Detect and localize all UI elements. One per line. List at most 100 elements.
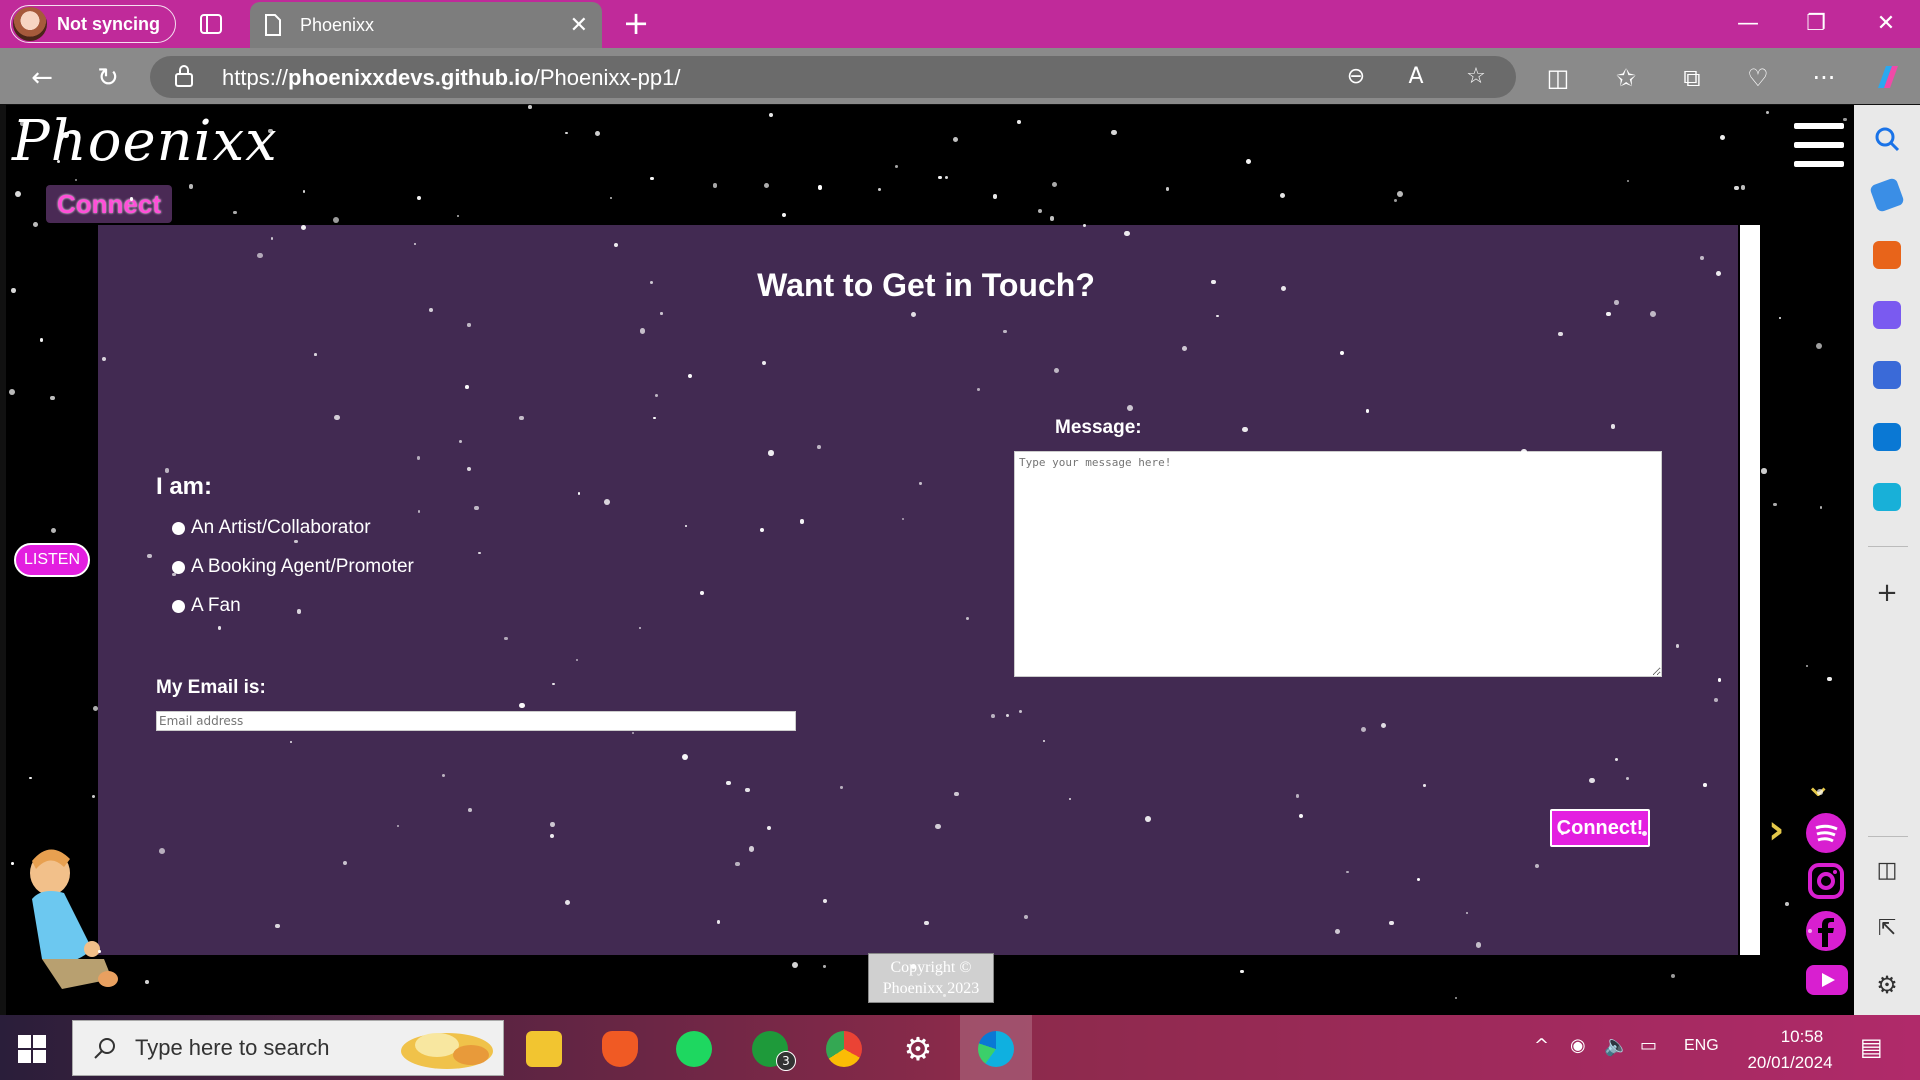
star: [50, 396, 55, 401]
instagram-icon[interactable]: [1806, 861, 1846, 901]
copilot-icon[interactable]: [1870, 60, 1906, 96]
address-bar[interactable]: https://phoenixxdevs.github.io/Phoenixx-…: [150, 56, 1516, 98]
read-aloud-icon[interactable]: A: [1400, 62, 1432, 92]
restore-button[interactable]: ❐: [1796, 8, 1836, 40]
star: [952, 136, 959, 143]
search-icon[interactable]: [1873, 125, 1901, 153]
windows-start-icon[interactable]: [18, 1035, 46, 1063]
clock-date[interactable]: 20/01/2024: [1738, 1053, 1842, 1073]
close-tab-icon[interactable]: ✕: [570, 13, 588, 38]
hide-sidebar-icon[interactable]: ◫: [1873, 857, 1901, 885]
star: [9, 389, 16, 395]
message-field[interactable]: [1014, 451, 1662, 677]
new-tab-button[interactable]: +: [618, 6, 654, 42]
url-text[interactable]: https://phoenixxdevs.github.io/Phoenixx-…: [222, 65, 681, 91]
edge-taskbar-item[interactable]: [960, 1015, 1032, 1080]
star: [1239, 969, 1244, 974]
panel-scrollbar[interactable]: [1740, 225, 1760, 955]
profile-button[interactable]: Not syncing: [10, 5, 176, 43]
taskbar-search[interactable]: Type here to search: [72, 1020, 504, 1076]
radio-icon[interactable]: [172, 599, 185, 613]
option-fan[interactable]: A Fan: [172, 595, 241, 617]
clock-time[interactable]: 10:58: [1762, 1027, 1842, 1047]
shopping-tag-icon[interactable]: [1869, 177, 1905, 213]
search-icon: [94, 1038, 115, 1059]
volume-icon[interactable]: 🔈: [1604, 1033, 1629, 1057]
star: [764, 182, 770, 188]
contact-panel: Want to Get in Touch? I am: An Artist/Co…: [98, 225, 1738, 955]
browser-titlebar: Not syncing Phoenixx ✕ + — ❐ ✕: [0, 0, 1920, 48]
option-artist[interactable]: An Artist/Collaborator: [172, 517, 371, 539]
star: [1843, 117, 1847, 121]
more-menu-icon[interactable]: ···: [1806, 60, 1842, 96]
settings-icon[interactable]: ⚙: [900, 1031, 936, 1067]
zoom-out-icon[interactable]: ⊖: [1340, 62, 1372, 92]
character-illustration: [12, 839, 122, 999]
star: [768, 112, 773, 117]
star: [1827, 676, 1832, 681]
star: [937, 175, 942, 180]
tab-actions-icon[interactable]: [196, 10, 226, 38]
radio-icon[interactable]: [172, 560, 185, 574]
chevron-up-icon[interactable]: ^: [1534, 1035, 1549, 1056]
spotify-icon[interactable]: [1806, 813, 1846, 853]
refresh-button[interactable]: ↻: [88, 60, 128, 96]
tools-icon[interactable]: [1873, 241, 1901, 269]
chrome-icon[interactable]: [826, 1031, 862, 1067]
star: [91, 795, 95, 799]
drop-icon[interactable]: [1873, 483, 1901, 511]
star: [1394, 199, 1398, 203]
radio-icon[interactable]: [172, 521, 185, 535]
chevron-down-icon[interactable]: ⌄: [1804, 765, 1833, 805]
star: [457, 214, 460, 217]
site-logo[interactable]: Phoenixx: [12, 109, 278, 174]
favorites-icon[interactable]: ✩: [1608, 60, 1644, 96]
browser-essentials-icon[interactable]: ♡: [1740, 60, 1776, 96]
star: [188, 184, 194, 189]
star: [650, 176, 654, 181]
avatar: [13, 7, 47, 41]
back-button[interactable]: ←: [22, 60, 62, 96]
copyright-line: Phoenixx 2023: [882, 980, 980, 997]
steam-icon[interactable]: ◉: [1570, 1035, 1586, 1056]
brave-icon[interactable]: [602, 1031, 638, 1067]
network-icon[interactable]: ▭: [1640, 1035, 1657, 1056]
star: [1670, 974, 1675, 979]
facebook-icon[interactable]: [1806, 911, 1846, 951]
edge-sidebar: + ◫ ⇱ ⚙: [1854, 105, 1920, 1015]
star: [894, 164, 898, 168]
games-icon[interactable]: [1873, 301, 1901, 329]
search-placeholder: Type here to search: [135, 1035, 330, 1060]
external-link-icon[interactable]: ⇱: [1873, 915, 1901, 943]
notifications-icon[interactable]: ▤: [1860, 1033, 1883, 1061]
iam-label: I am:: [156, 473, 213, 500]
file-explorer-icon[interactable]: [526, 1031, 562, 1067]
chevron-right-icon[interactable]: ›: [1768, 807, 1784, 853]
settings-gear-icon[interactable]: ⚙: [1873, 971, 1901, 999]
add-icon[interactable]: +: [1873, 579, 1901, 607]
email-field[interactable]: [156, 711, 796, 731]
microsoft-365-icon[interactable]: [1873, 361, 1901, 389]
listen-button[interactable]: LISTEN: [14, 543, 90, 577]
connect-submit-button[interactable]: Connect!: [1550, 809, 1650, 847]
outlook-icon[interactable]: [1873, 423, 1901, 451]
split-screen-icon[interactable]: ◫: [1540, 60, 1576, 96]
language-indicator[interactable]: ENG: [1684, 1037, 1719, 1055]
star: [781, 213, 786, 218]
youtube-icon[interactable]: [1806, 965, 1848, 995]
minimize-button[interactable]: —: [1728, 8, 1768, 40]
edge-icon: [978, 1031, 1014, 1067]
spotify-taskbar-icon[interactable]: [676, 1031, 712, 1067]
star: [332, 216, 339, 223]
option-label: A Booking Agent/Promoter: [191, 556, 414, 577]
browser-tab[interactable]: Phoenixx ✕: [250, 2, 602, 48]
option-booking-agent[interactable]: A Booking Agent/Promoter: [172, 556, 414, 578]
star: [144, 980, 149, 985]
star: [1397, 191, 1404, 198]
hamburger-menu-icon[interactable]: [1794, 123, 1844, 169]
lock-icon[interactable]: [174, 64, 198, 90]
favorite-star-icon[interactable]: ☆: [1460, 62, 1492, 92]
collections-icon[interactable]: ⧉: [1674, 60, 1710, 96]
star: [1280, 193, 1286, 199]
close-window-button[interactable]: ✕: [1866, 8, 1906, 40]
